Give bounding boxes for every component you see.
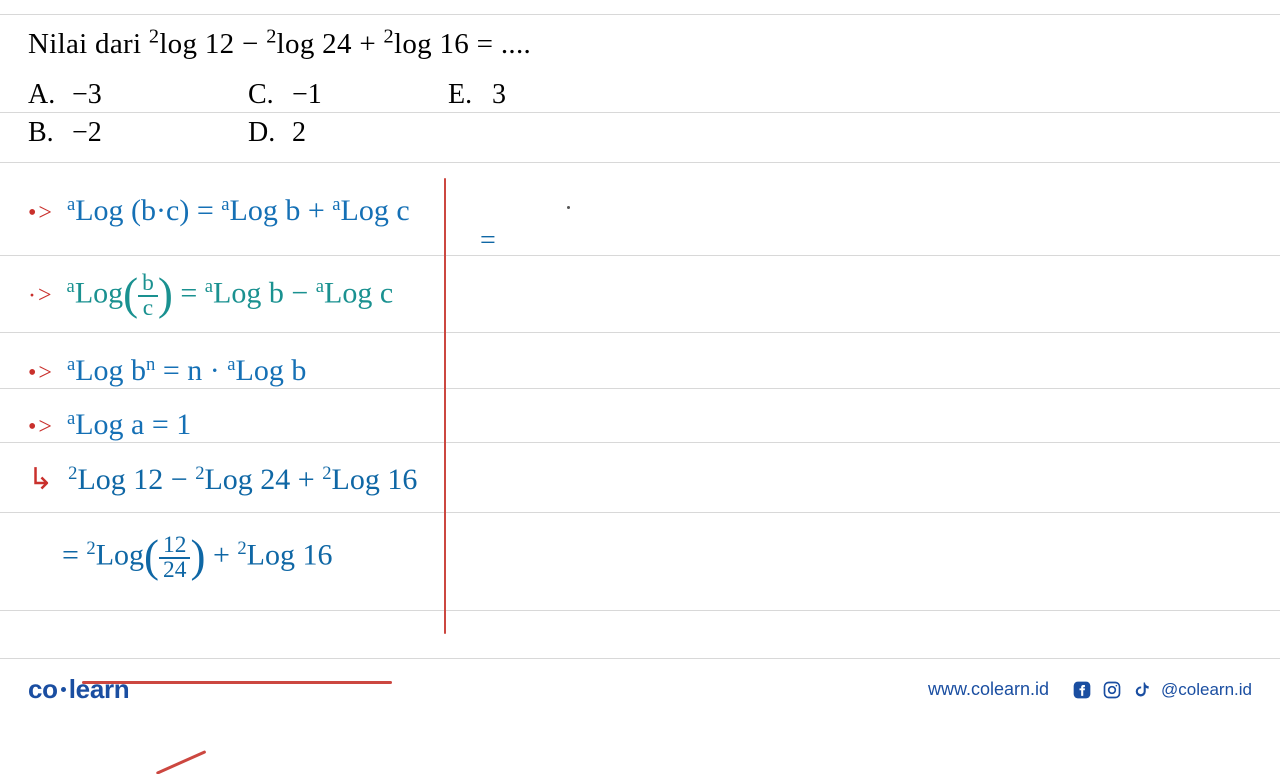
brand-logo: colearn — [28, 674, 129, 705]
option-c-value: −1 — [292, 79, 322, 111]
social-handle: @colearn.id — [1161, 680, 1252, 700]
rule-quotient: ·> aLog(bc) = aLog b − aLog c — [28, 272, 393, 321]
option-a-value: −3 — [72, 79, 102, 111]
handwritten-work: •> aLog (b·c) = aLog b + aLog c ·> aLog(… — [20, 180, 1280, 640]
work-step-2: = 2Log(1224) + 2Log 16 — [62, 534, 332, 583]
instagram-icon — [1101, 679, 1123, 701]
option-b-label: B. — [28, 117, 72, 149]
option-a-label: A. — [28, 79, 72, 111]
option-e-label: E. — [448, 79, 492, 111]
rule-identity: •> aLog a = 1 — [28, 408, 191, 442]
underline-fraction — [156, 750, 206, 774]
social-icons: @colearn.id — [1071, 679, 1252, 701]
footer-url: www.colearn.id — [928, 679, 1049, 700]
footer: colearn www.colearn.id @colearn.id — [0, 658, 1280, 720]
facebook-icon — [1071, 679, 1093, 701]
right-equals: = — [480, 225, 496, 257]
work-step-1: ↳ 2Log 12 − 2Log 24 + 2Log 16 — [28, 462, 417, 497]
answer-options: A.−3 B.−2 C.−1 D.2 E.3 — [28, 79, 1252, 149]
stray-dot — [567, 206, 570, 209]
question-text: Nilai dari 2log 12 − 2log 24 + 2log 16 =… — [28, 28, 1252, 61]
rule-power: •> aLog bn = n · aLog b — [28, 354, 306, 388]
tiktok-icon — [1131, 679, 1153, 701]
rule-product: •> aLog (b·c) = aLog b + aLog c — [28, 194, 410, 228]
option-b-value: −2 — [72, 117, 102, 149]
option-d-value: 2 — [292, 117, 306, 149]
option-d-label: D. — [248, 117, 292, 149]
option-e-value: 3 — [492, 79, 506, 111]
option-c-label: C. — [248, 79, 292, 111]
